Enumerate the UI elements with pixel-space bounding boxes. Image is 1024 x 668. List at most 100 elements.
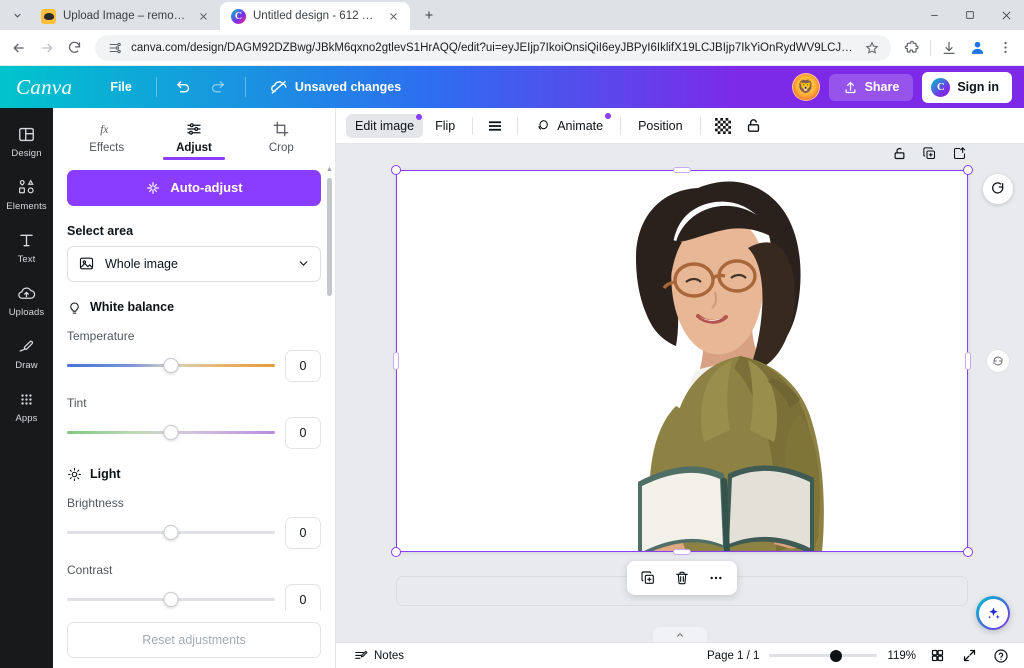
close-icon[interactable] xyxy=(385,8,401,24)
resize-handle-bottom-right[interactable] xyxy=(963,547,973,557)
brightness-slider[interactable] xyxy=(67,524,275,542)
tab-effects[interactable]: fx Effects xyxy=(63,112,150,158)
site-settings-icon[interactable] xyxy=(107,40,123,56)
flip-button[interactable]: Flip xyxy=(426,114,464,138)
resize-handle-left[interactable] xyxy=(393,352,399,370)
notes-button[interactable]: Notes xyxy=(348,646,410,666)
address-bar[interactable]: canva.com/design/DAGM92DZBwg/JBkM6qxno2g… xyxy=(95,34,892,61)
cloud-slash-icon xyxy=(270,78,288,96)
undo-icon[interactable] xyxy=(169,72,199,102)
sidebar-item-draw[interactable]: Draw xyxy=(3,330,51,377)
slider-handle[interactable] xyxy=(163,525,179,541)
new-tab-button[interactable] xyxy=(416,2,442,28)
extensions-icon[interactable] xyxy=(899,35,925,61)
sidebar-item-design[interactable]: Design xyxy=(3,118,51,165)
resize-handle-bottom[interactable] xyxy=(673,549,691,555)
redo-icon[interactable] xyxy=(203,72,233,102)
edit-image-button[interactable]: Edit image xyxy=(346,113,424,138)
reset-adjustments-button[interactable]: Reset adjustments xyxy=(67,622,321,659)
share-label: Share xyxy=(864,80,900,94)
design-page[interactable] xyxy=(396,170,968,552)
forward-icon[interactable] xyxy=(34,34,60,62)
browser-tab-0[interactable]: Upload Image – remove.bg xyxy=(30,2,220,30)
unlock-icon[interactable] xyxy=(890,144,908,162)
scrollbar-thumb[interactable] xyxy=(327,178,332,296)
tint-slider[interactable] xyxy=(67,424,275,442)
trash-icon[interactable] xyxy=(671,567,693,589)
rotate-icon[interactable] xyxy=(983,174,1013,204)
resize-handle-top-right[interactable] xyxy=(963,165,973,175)
file-menu-button[interactable]: File xyxy=(98,75,144,99)
zoom-value[interactable]: 119% xyxy=(887,650,916,662)
reload-icon[interactable] xyxy=(61,34,87,62)
contrast-value[interactable]: 0 xyxy=(285,583,321,612)
tab-adjust[interactable]: Adjust xyxy=(150,112,237,160)
sidebar-item-uploads[interactable]: Uploads xyxy=(3,277,51,324)
share-export-icon[interactable] xyxy=(950,144,968,162)
canva-top-bar: Canva File Unsaved changes 🦁 Share C Sig… xyxy=(0,66,1024,108)
resize-handle-right[interactable] xyxy=(965,352,971,370)
help-circle-icon[interactable] xyxy=(990,645,1012,667)
slider-handle[interactable] xyxy=(163,425,179,441)
back-icon[interactable] xyxy=(6,34,32,62)
browser-tab-1[interactable]: Untitled design - 612 × 408px xyxy=(220,2,410,30)
position-button[interactable]: Position xyxy=(629,114,691,138)
select-area-dropdown[interactable]: Whole image xyxy=(67,245,321,282)
maximize-icon[interactable] xyxy=(952,0,988,30)
temperature-value[interactable]: 0 xyxy=(285,349,321,382)
bookmark-star-icon[interactable] xyxy=(863,39,881,57)
avatar[interactable]: 🦁 xyxy=(791,73,820,101)
collapse-panel-button[interactable] xyxy=(653,627,707,642)
refresh-icon[interactable] xyxy=(986,349,1010,373)
slider-handle[interactable] xyxy=(163,358,179,374)
downloads-icon[interactable] xyxy=(936,35,962,61)
woman-reading-book-photo xyxy=(396,170,968,552)
canva-icon xyxy=(231,8,246,24)
brightness-value[interactable]: 0 xyxy=(285,516,321,549)
close-icon[interactable] xyxy=(195,8,211,24)
panel-scrollbar[interactable]: ▲ ▼ xyxy=(326,166,333,668)
scroll-up-icon[interactable]: ▲ xyxy=(326,166,333,173)
minimize-icon[interactable] xyxy=(916,0,952,30)
profile-icon[interactable] xyxy=(964,35,990,61)
save-status-label: Unsaved changes xyxy=(294,80,402,94)
magic-studio-button[interactable] xyxy=(976,596,1010,630)
resize-handle-bottom-left[interactable] xyxy=(391,547,401,557)
resize-handle-top-left[interactable] xyxy=(391,165,401,175)
tab-crop[interactable]: Crop xyxy=(238,112,325,158)
expand-icon[interactable] xyxy=(958,645,980,667)
tab-search-chevron-icon[interactable] xyxy=(4,2,30,28)
photo-element[interactable] xyxy=(396,170,968,552)
grid-view-icon[interactable] xyxy=(926,645,948,667)
zoom-slider-handle[interactable] xyxy=(830,649,843,662)
duplicate-icon[interactable] xyxy=(920,144,938,162)
resize-handle-top[interactable] xyxy=(673,167,691,173)
auto-adjust-button[interactable]: Auto-adjust xyxy=(67,169,321,206)
panel-scroll-region[interactable]: Auto-adjust Select area Whole image Whit… xyxy=(53,158,335,612)
lock-icon[interactable] xyxy=(740,112,768,140)
contrast-slider[interactable] xyxy=(67,591,275,609)
design-page-wrapper[interactable] xyxy=(391,146,1013,595)
temperature-slider[interactable] xyxy=(67,357,275,375)
duplicate-icon[interactable] xyxy=(637,567,659,589)
canva-logo[interactable]: Canva xyxy=(16,75,72,100)
tint-value[interactable]: 0 xyxy=(285,416,321,449)
sign-in-button[interactable]: C Sign in xyxy=(922,71,1012,103)
animate-button[interactable]: Animate xyxy=(526,112,612,139)
line-spacing-icon[interactable] xyxy=(481,112,509,140)
close-window-icon[interactable] xyxy=(988,0,1024,30)
chrome-menu-icon[interactable] xyxy=(992,35,1018,61)
group-title: Light xyxy=(90,467,121,482)
more-dots-icon[interactable] xyxy=(705,567,727,589)
sidebar-item-apps[interactable]: Apps xyxy=(3,383,51,430)
save-status[interactable]: Unsaved changes xyxy=(258,73,413,101)
transparency-icon[interactable] xyxy=(709,112,737,140)
canvas-area[interactable] xyxy=(336,144,1024,642)
share-button[interactable]: Share xyxy=(828,73,914,101)
sidebar-item-elements[interactable]: Elements xyxy=(3,171,51,218)
slider-handle[interactable] xyxy=(163,592,179,608)
sidebar-item-text[interactable]: Text xyxy=(3,224,51,271)
editor-area: Edit image Flip Animate Position Notes P… xyxy=(336,108,1024,668)
zoom-slider[interactable] xyxy=(769,649,878,662)
page-indicator[interactable]: Page 1 / 1 xyxy=(707,650,759,662)
